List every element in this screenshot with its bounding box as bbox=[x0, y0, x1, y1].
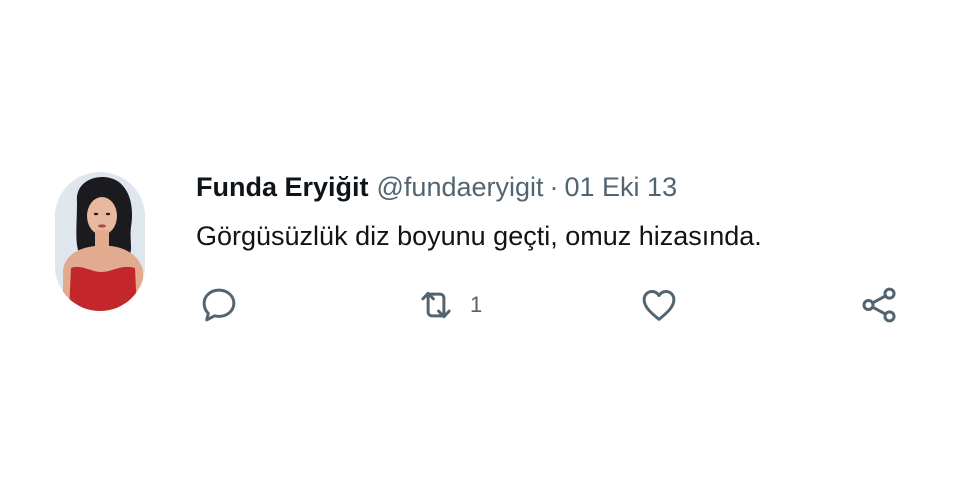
share-button[interactable] bbox=[858, 280, 900, 330]
separator-dot: · bbox=[549, 172, 559, 202]
share-icon bbox=[862, 287, 896, 323]
author-name[interactable]: Funda Eryiğit bbox=[196, 172, 369, 202]
tweet-card: Funda Eryiğit @fundaeryigit · 01 Eki 13 Gör… bbox=[0, 0, 964, 498]
tweet-actions: 1 bbox=[0, 280, 964, 330]
author-handle[interactable]: @fundaeryigit bbox=[377, 172, 544, 202]
retweet-icon bbox=[421, 291, 451, 319]
retweet-count: 1 bbox=[470, 292, 483, 317]
heart-icon bbox=[642, 290, 676, 321]
tweet-text: Görgüsüzlük diz boyunu geçti, omuz hizas… bbox=[196, 221, 762, 251]
retweet-button[interactable]: 1 bbox=[414, 280, 482, 330]
tweet-header: Funda Eryiğit @fundaeryigit · 01 Eki 13 bbox=[196, 170, 677, 204]
like-button[interactable] bbox=[637, 280, 681, 330]
tweet-date[interactable]: 01 Eki 13 bbox=[565, 172, 678, 202]
reply-icon bbox=[202, 288, 236, 322]
reply-button[interactable] bbox=[198, 280, 240, 330]
